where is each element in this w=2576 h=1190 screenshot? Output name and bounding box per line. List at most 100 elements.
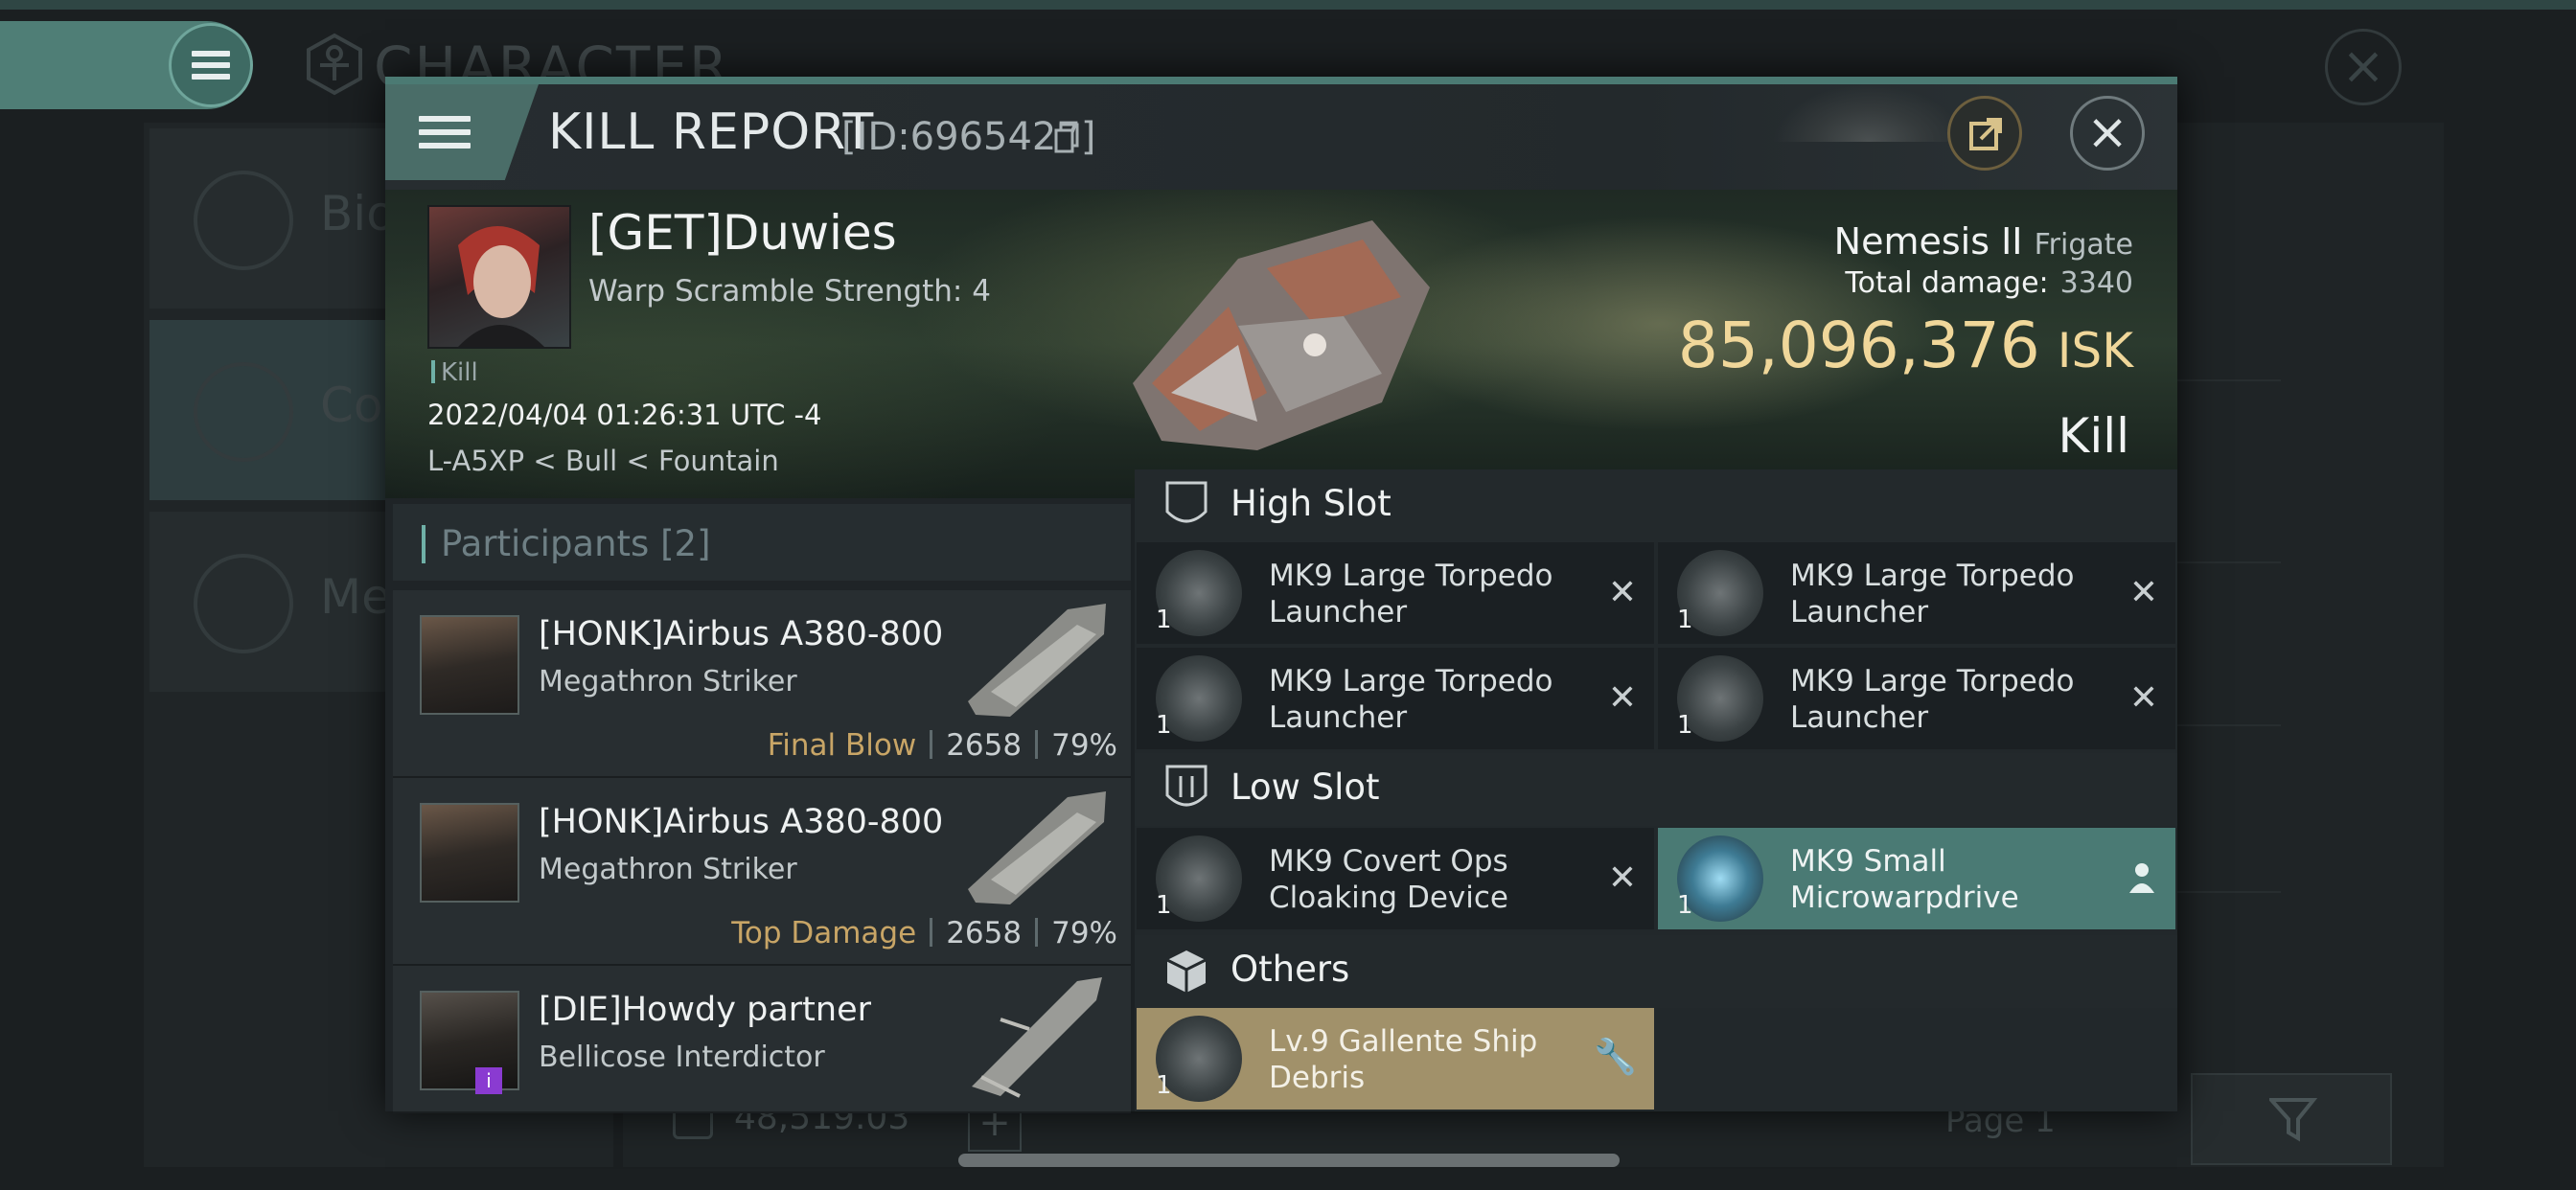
module-item-dropped[interactable]: 1 MK9 Small Microwarpdrive xyxy=(1658,828,2175,929)
module-name: MK9 Large Torpedo Launcher xyxy=(1790,664,2075,735)
participant-name: [HONK]Airbus A380-800 xyxy=(539,615,944,653)
module-item[interactable]: 1 MK9 Large Torpedo Launcher ✕ xyxy=(1658,648,2175,749)
module-quantity: 1 xyxy=(1677,711,1693,740)
star-badge-icon xyxy=(194,554,293,653)
high-slot-label: High Slot xyxy=(1230,483,1392,524)
participant-percent: 79% xyxy=(1051,728,1117,763)
participant-damage: 2658 xyxy=(946,728,1023,763)
participant-avatar xyxy=(420,615,519,715)
module-quantity: 1 xyxy=(1677,606,1693,634)
module-item[interactable]: 1 MK9 Covert Ops Cloaking Device ✕ xyxy=(1137,828,1654,929)
participant-percent: 79% xyxy=(1051,916,1117,950)
participant-stats: Final Blow 2658 79% xyxy=(768,728,1117,763)
destroyed-icon: ✕ xyxy=(2128,678,2158,718)
top-status-strip xyxy=(0,0,2576,10)
module-name: MK9 Large Torpedo Launcher xyxy=(1790,559,2075,629)
module-item[interactable]: 1 MK9 Large Torpedo Launcher ✕ xyxy=(1658,542,2175,644)
destroyed-icon: ✕ xyxy=(1607,573,1637,612)
participants-label: Participants xyxy=(441,523,650,564)
header-planet-art xyxy=(1773,84,1965,142)
hamburger-icon xyxy=(419,108,471,156)
background-close-icon[interactable]: × xyxy=(2325,29,2402,105)
ship-name: Nemesis II xyxy=(1833,220,2023,263)
isk-value: 85,096,376 ISK xyxy=(1678,309,2133,382)
module-item[interactable]: 1 MK9 Large Torpedo Launcher ✕ xyxy=(1137,542,1654,644)
module-name: MK9 Small Microwarpdrive xyxy=(1790,844,2019,915)
isk-amount: 85,096,376 xyxy=(1677,309,2040,382)
module-quantity: 1 xyxy=(1156,1071,1172,1100)
kill-tag: Kill xyxy=(431,358,478,387)
participant-row[interactable]: [HONK]Airbus A380-800 Megathron Striker … xyxy=(393,590,1131,778)
module-quantity: 1 xyxy=(1156,606,1172,634)
participants-count: [2] xyxy=(660,523,711,564)
participant-row[interactable]: i [DIE]Howdy partner Bellicose Interdict… xyxy=(393,966,1131,1113)
victim-ship-image xyxy=(1133,220,1430,450)
crossed-swords-icon xyxy=(194,362,293,462)
module-name: MK9 Covert Ops Cloaking Device xyxy=(1269,844,1508,915)
others-label: Others xyxy=(1230,949,1350,990)
share-button[interactable] xyxy=(1947,96,2022,171)
victim-ship: Nemesis II Frigate xyxy=(1834,220,2133,263)
ship-class: Frigate xyxy=(2034,228,2133,262)
module-name: MK9 Large Torpedo Launcher xyxy=(1269,664,1553,735)
high-slot-icon xyxy=(1165,481,1208,523)
victim-name[interactable]: [GET]Duwies xyxy=(588,205,897,261)
participant-name: [HONK]Airbus A380-800 xyxy=(539,803,944,841)
total-damage-label: Total damage: xyxy=(1845,266,2049,300)
result-label: Kill xyxy=(2058,408,2129,464)
participant-stats: Top Damage 2658 79% xyxy=(731,916,1117,950)
pilot-avatar xyxy=(458,226,544,347)
wrench-icon: 🔧 xyxy=(1594,1038,1637,1077)
kill-timestamp: 2022/04/04 01:26:31 UTC -4 xyxy=(427,399,822,431)
share-icon xyxy=(1969,118,2002,150)
module-quantity: 1 xyxy=(1156,891,1172,920)
top-damage-tag: Top Damage xyxy=(731,916,917,950)
character-icon xyxy=(307,33,362,96)
low-slot-icon xyxy=(1165,765,1208,807)
window-title: KILL REPORT xyxy=(548,103,875,161)
participants-accent-bar xyxy=(422,525,426,563)
destroyed-icon: ✕ xyxy=(1607,678,1637,718)
person-icon xyxy=(2129,863,2154,893)
module-item[interactable]: 1 MK9 Large Torpedo Launcher ✕ xyxy=(1137,648,1654,749)
total-damage: Total damage: 3340 xyxy=(1845,266,2133,300)
warp-scramble-strength: Warp Scramble Strength: 4 xyxy=(588,274,991,309)
destroyed-icon: ✕ xyxy=(1607,858,1637,898)
others-header: Others xyxy=(1135,935,2177,1008)
participant-damage: 2658 xyxy=(946,916,1023,950)
participant-name: [DIE]Howdy partner xyxy=(539,991,871,1029)
participant-ship: Megathron Striker xyxy=(539,665,797,698)
destroyed-icon: ✕ xyxy=(2128,573,2158,612)
sidebar-item-label: Bio xyxy=(320,186,396,241)
kill-tag-label: Kill xyxy=(441,358,478,387)
close-button[interactable]: × xyxy=(2070,96,2145,171)
participant-row[interactable]: [HONK]Airbus A380-800 Megathron Striker … xyxy=(393,778,1131,966)
window-accent-line xyxy=(385,77,2177,84)
low-slot-label: Low Slot xyxy=(1230,767,1380,808)
isk-unit: ISK xyxy=(2057,323,2133,378)
copy-icon[interactable] xyxy=(1054,123,1079,153)
final-blow-tag: Final Blow xyxy=(767,728,917,763)
kill-location[interactable]: L-A5XP < Bull < Fountain xyxy=(427,445,779,477)
participant-ship-image xyxy=(968,791,1106,904)
low-slot-header: Low Slot xyxy=(1135,753,2177,826)
background-filter-button[interactable] xyxy=(2191,1073,2392,1165)
home-indicator xyxy=(958,1154,1620,1167)
module-name: Lv.9 Gallente Ship Debris xyxy=(1269,1024,1538,1095)
module-item-debris[interactable]: 1 Lv.9 Gallente Ship Debris 🔧 xyxy=(1137,1008,1654,1110)
participant-ship: Bellicose Interdictor xyxy=(539,1041,825,1074)
hamburger-icon xyxy=(192,45,230,85)
participant-avatar xyxy=(420,803,519,903)
victim-portrait[interactable] xyxy=(427,205,571,349)
total-damage-value: 3340 xyxy=(2059,266,2133,300)
filter-icon xyxy=(2269,1098,2318,1142)
module-quantity: 1 xyxy=(1677,891,1693,920)
cube-icon xyxy=(1166,950,1207,993)
participant-ship: Megathron Striker xyxy=(539,853,797,886)
participant-ship-image xyxy=(972,977,1102,1098)
participants-title: Participants [2] xyxy=(441,523,711,564)
list-icon xyxy=(194,171,293,270)
module-quantity: 1 xyxy=(1156,711,1172,740)
background-menu-button[interactable] xyxy=(169,23,253,107)
participant-ship-image xyxy=(968,604,1106,717)
